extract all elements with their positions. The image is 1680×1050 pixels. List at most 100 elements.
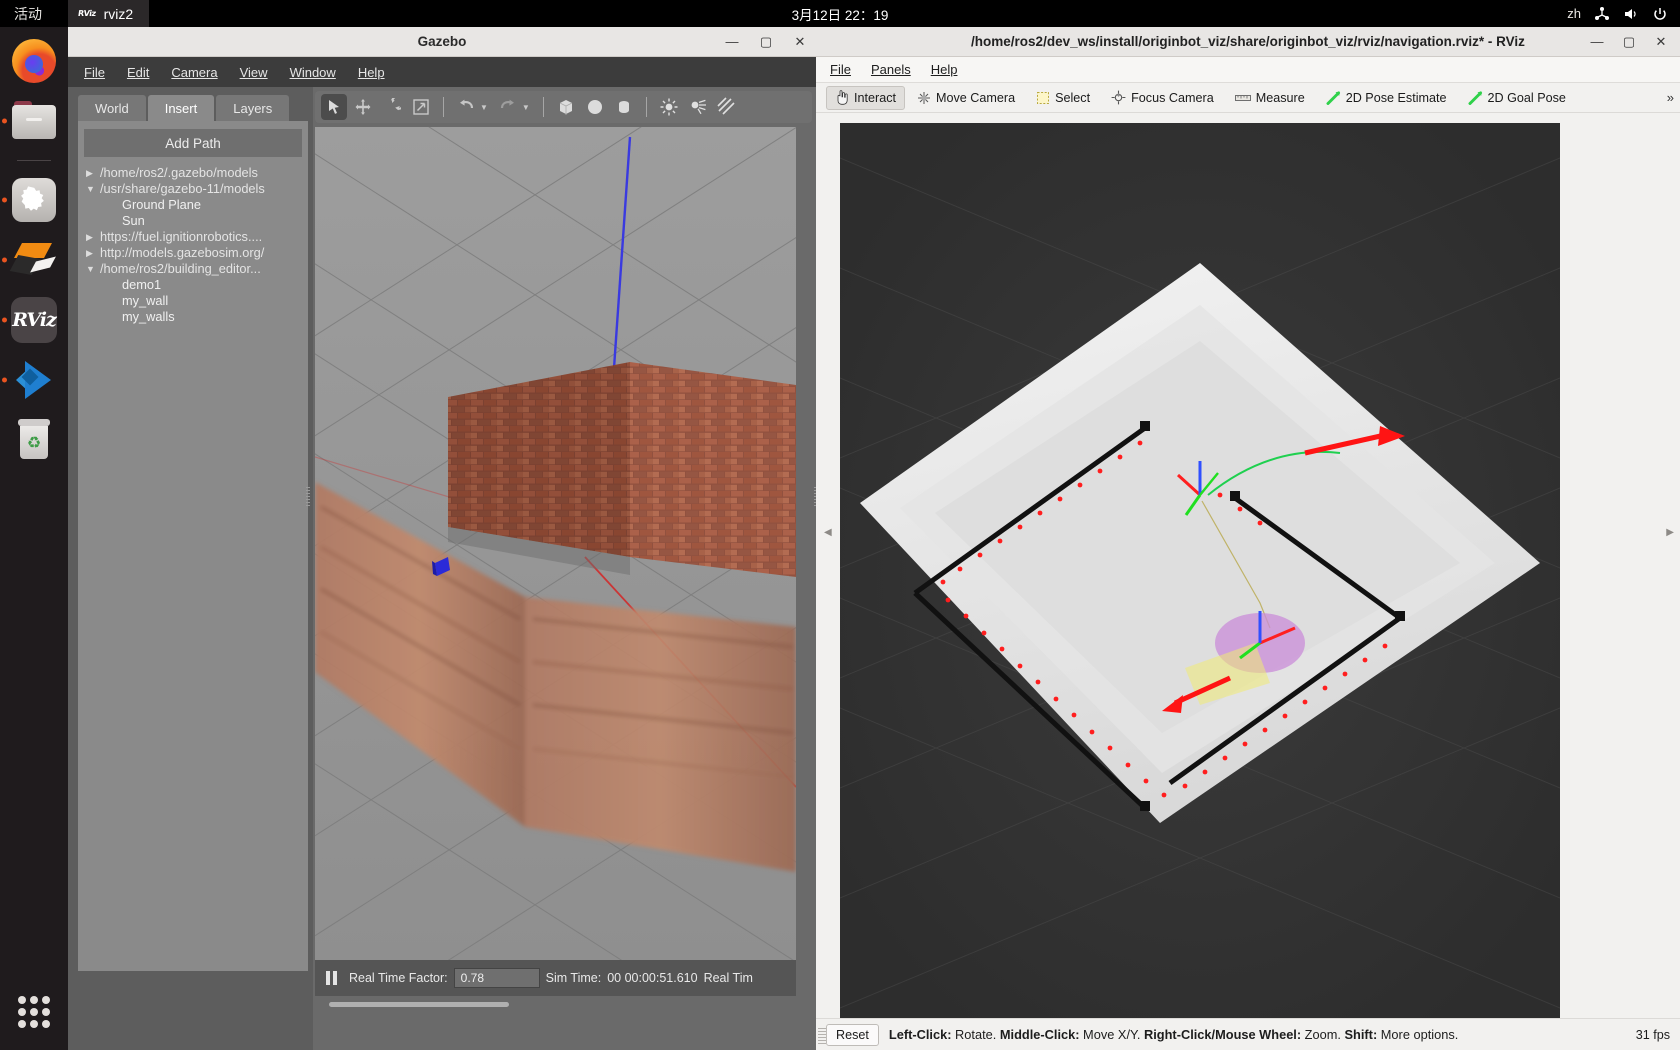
dock-item-vscode[interactable]	[10, 356, 58, 404]
translate-move-icon[interactable]	[350, 94, 376, 120]
network-icon[interactable]	[1594, 6, 1610, 22]
gazebo-title-label: Gazebo	[417, 34, 467, 49]
tree-item[interactable]: ▼/home/ros2/building_editor...	[82, 261, 304, 277]
tree-item[interactable]: Ground Plane	[82, 197, 304, 213]
tool-label: Select	[1055, 90, 1091, 105]
gazebo-scene	[315, 127, 796, 960]
gazebo-model-tree[interactable]: ▶/home/ros2/.gazebo/models ▼/usr/share/g…	[82, 165, 304, 325]
chevron-down-icon[interactable]: ▼	[86, 261, 100, 277]
spot-light-icon[interactable]	[685, 94, 711, 120]
gazebo-menu-help[interactable]: Help	[358, 65, 385, 80]
rviz-menubar[interactable]: File Panels Help	[816, 57, 1680, 83]
rviz-menu-panels[interactable]: Panels	[871, 62, 911, 77]
dock-item-files[interactable]	[10, 97, 58, 145]
gazebo-menu-view[interactable]: View	[240, 65, 268, 80]
add-path-button[interactable]: Add Path	[84, 129, 302, 157]
tool-move-camera[interactable]: Move Camera	[908, 86, 1024, 110]
tab-layers[interactable]: Layers	[216, 95, 290, 121]
reset-button[interactable]: Reset	[826, 1023, 879, 1046]
cylinder-icon[interactable]	[611, 94, 637, 120]
undo-icon[interactable]	[453, 94, 479, 120]
gazebo-3d-viewport[interactable]	[315, 127, 796, 960]
rviz-left-panel-expander[interactable]: ◀	[824, 527, 832, 538]
gazebo-splitter-left[interactable]	[306, 487, 310, 507]
pause-icon[interactable]	[321, 967, 343, 989]
box-icon[interactable]	[553, 94, 579, 120]
tree-item[interactable]: my_walls	[82, 309, 304, 325]
tree-item[interactable]: Sun	[82, 213, 304, 229]
gazebo-menu-edit[interactable]: Edit	[127, 65, 149, 80]
tool-2d-pose-estimate[interactable]: 2D Pose Estimate	[1317, 86, 1456, 110]
gazebo-minimize-button[interactable]: —	[724, 34, 740, 49]
gazebo-toolbar[interactable]: ▼ ▼	[315, 91, 812, 123]
scale-icon[interactable]	[408, 94, 434, 120]
rviz-window-controls[interactable]: — ▢ ✕	[1588, 34, 1670, 50]
system-tray[interactable]: zh	[1567, 6, 1668, 22]
rviz-close-button[interactable]: ✕	[1652, 34, 1670, 50]
gazebo-horizontal-scrollbar[interactable]	[315, 999, 796, 1011]
sphere-icon[interactable]	[582, 94, 608, 120]
tool-interact[interactable]: Interact	[826, 85, 905, 110]
input-language-indicator[interactable]: zh	[1567, 6, 1581, 21]
tab-world[interactable]: World	[78, 95, 146, 121]
rviz-maximize-button[interactable]: ▢	[1620, 34, 1638, 50]
rviz-toolbar[interactable]: Interact Move Camera Select Focus Camera	[816, 83, 1680, 113]
activities-button[interactable]: 活动	[14, 4, 42, 24]
power-icon[interactable]	[1652, 6, 1668, 22]
rotate-icon[interactable]	[379, 94, 405, 120]
gazebo-menu-file[interactable]: File	[84, 65, 105, 80]
tree-item[interactable]: ▼/usr/share/gazebo-11/models	[82, 181, 304, 197]
gazebo-panel-tabs[interactable]: World Insert Layers	[78, 95, 308, 121]
gazebo-menu-window[interactable]: Window	[290, 65, 336, 80]
chevron-right-icon[interactable]: ▶	[86, 245, 100, 261]
gazebo-window-controls[interactable]: — ▢ ✕	[724, 34, 808, 50]
dock-item-gazebo[interactable]	[9, 236, 58, 284]
rviz-titlebar[interactable]: /home/ros2/dev_ws/install/originbot_viz/…	[816, 27, 1680, 57]
select-rect-icon	[1037, 91, 1050, 104]
rviz-menu-help[interactable]: Help	[931, 62, 958, 77]
gazebo-maximize-button[interactable]: ▢	[758, 34, 774, 50]
tool-measure[interactable]: Measure	[1226, 86, 1314, 110]
tree-item[interactable]: my_wall	[82, 293, 304, 309]
gazebo-menu-camera[interactable]: Camera	[171, 65, 217, 80]
chevron-right-icon[interactable]: ▶	[86, 165, 100, 181]
tree-item-label: http://models.gazebosim.org/	[100, 245, 265, 260]
tree-item[interactable]: ▶ https://fuel.ignitionrobotics....	[82, 229, 304, 245]
tool-select[interactable]: Select	[1027, 86, 1099, 110]
rviz-right-panel-expander[interactable]: ▶	[1666, 527, 1674, 538]
tool-2d-goal-pose[interactable]: 2D Goal Pose	[1459, 86, 1575, 110]
window-list-chip-rviz2[interactable]: RViz rviz2	[68, 0, 150, 27]
rviz-3d-viewport[interactable]	[779, 123, 1621, 1034]
rviz-icon: RViz	[77, 9, 97, 18]
hint-left-click-action: Rotate.	[951, 1027, 1000, 1042]
chevron-down-icon[interactable]: ▼	[86, 181, 100, 197]
scrollbar-thumb[interactable]	[329, 1002, 509, 1007]
tool-focus-camera[interactable]: Focus Camera	[1102, 86, 1223, 110]
toolbar-overflow-button[interactable]: »	[1667, 90, 1674, 105]
redo-icon[interactable]	[495, 94, 521, 120]
gazebo-close-button[interactable]: ✕	[792, 34, 808, 50]
tree-item[interactable]: ▶ http://models.gazebosim.org/	[82, 245, 304, 261]
point-light-icon[interactable]	[656, 94, 682, 120]
dock-item-rviz[interactable]: RViz	[10, 296, 58, 344]
show-applications-button[interactable]	[14, 992, 54, 1032]
rviz-minimize-button[interactable]: —	[1588, 34, 1606, 49]
dock-item-trash[interactable]: ♻	[10, 416, 58, 464]
select-arrow-icon[interactable]	[321, 94, 347, 120]
toolbar-separator	[645, 97, 647, 117]
gazebo-titlebar[interactable]: Gazebo — ▢ ✕	[68, 27, 816, 57]
dock-item-firefox[interactable]	[10, 37, 58, 85]
volume-icon[interactable]	[1623, 6, 1639, 22]
tree-item[interactable]: demo1	[82, 277, 304, 293]
redo-dropdown-caret-icon[interactable]: ▼	[522, 103, 530, 112]
dock-item-settings[interactable]	[10, 176, 58, 224]
gazebo-menubar[interactable]: File Edit Camera View Window Help	[68, 57, 816, 87]
clock[interactable]: 3月12日 22：19	[792, 4, 889, 24]
directional-light-icon[interactable]	[714, 94, 740, 120]
tab-insert[interactable]: Insert	[147, 95, 215, 121]
status-grip[interactable]	[818, 1028, 826, 1044]
chevron-right-icon[interactable]: ▶	[86, 229, 100, 245]
rviz-menu-file[interactable]: File	[830, 62, 851, 77]
undo-dropdown-caret-icon[interactable]: ▼	[480, 103, 488, 112]
tree-item[interactable]: ▶/home/ros2/.gazebo/models	[82, 165, 304, 181]
